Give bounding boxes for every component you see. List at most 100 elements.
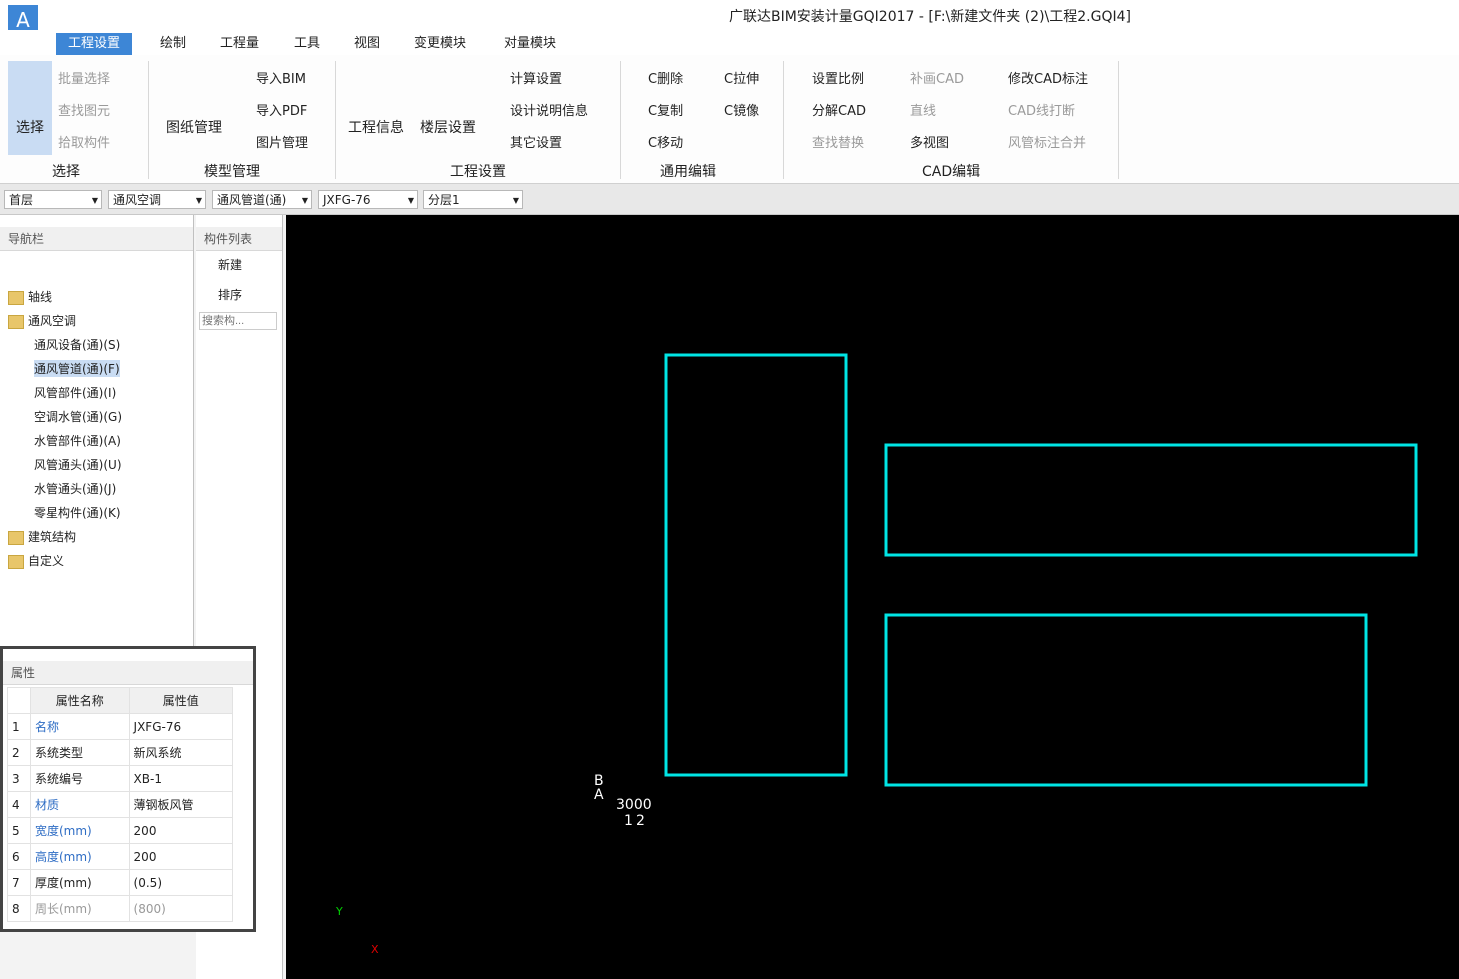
nav-item-pipe-fitting[interactable]: 水管通头(通)(J) (34, 480, 116, 497)
drawing-management-button[interactable]: 图纸管理 (166, 117, 222, 137)
c-mirror-button[interactable]: C镜像 (724, 100, 759, 119)
merge-duct-labels-button[interactable]: 风管标注合并 (1008, 132, 1086, 151)
property-value[interactable]: 200 (128, 817, 234, 844)
floor-settings-button[interactable]: 楼层设置 (420, 117, 476, 137)
nav-item-label: 水管部件(通)(A) (34, 434, 121, 448)
property-value[interactable]: 薄钢板风管 (128, 791, 234, 818)
component-select[interactable]: JXFG-76 ▼ (318, 190, 418, 209)
calc-settings-button[interactable]: 计算设置 (510, 68, 562, 87)
batch-select-button[interactable]: 批量选择 (58, 68, 110, 87)
find-element-button[interactable]: 查找图元 (58, 100, 110, 119)
property-value[interactable]: XB-1 (128, 765, 234, 792)
property-row[interactable]: 1 名称 JXFG-76 (7, 713, 234, 740)
nav-item-water-pipe[interactable]: 空调水管(通)(G) (34, 408, 122, 425)
project-info-button[interactable]: 工程信息 (348, 117, 404, 137)
chevron-down-icon: ▼ (91, 196, 98, 205)
property-name-header: 属性名称 (30, 687, 130, 714)
pick-component-button[interactable]: 拾取构件 (58, 132, 110, 151)
properties-header-row: 属性名称 属性值 (7, 687, 234, 714)
dimension-label: 3000 (616, 797, 652, 813)
cad-line-break-button[interactable]: CAD线打断 (1008, 100, 1075, 119)
set-scale-button[interactable]: 设置比例 (812, 68, 864, 87)
floor-select-value: 首层 (9, 193, 34, 207)
nav-item-pipe-part[interactable]: 水管部件(通)(A) (34, 432, 121, 449)
component-search-input[interactable] (199, 312, 277, 330)
nav-item-duct-fitting[interactable]: 风管通头(通)(U) (34, 456, 122, 473)
tab-quantity[interactable]: 工程量 (208, 33, 271, 55)
nav-item-ventilation-duct[interactable]: 通风管道(通)(F) (34, 360, 120, 377)
ribbon-separator (783, 61, 784, 179)
folder-icon (8, 530, 24, 545)
property-row[interactable]: 4 材质 薄钢板风管 (7, 791, 234, 818)
explode-cad-button[interactable]: 分解CAD (812, 100, 866, 119)
image-management-button[interactable]: 图片管理 (256, 132, 308, 151)
property-row[interactable]: 2 系统类型 新风系统 (7, 739, 234, 766)
nav-item-label: 水管通头(通)(J) (34, 482, 117, 496)
nav-item-duct-part[interactable]: 风管部件(通)(I) (34, 384, 116, 401)
new-component-button[interactable]: 新建 (218, 256, 242, 273)
row-number: 6 (7, 843, 31, 870)
tab-view[interactable]: 视图 (342, 33, 392, 55)
other-settings-button[interactable]: 其它设置 (510, 132, 562, 151)
property-value[interactable]: JXFG-76 (128, 713, 234, 740)
component-type-select[interactable]: 通风管道(通) ▼ (212, 190, 312, 209)
c-stretch-button[interactable]: C拉伸 (724, 68, 759, 87)
layer-select[interactable]: 分层1 ▼ (423, 190, 523, 209)
nav-item-hvac[interactable]: 通风空调 (8, 312, 76, 329)
property-name: 厚度(mm) (30, 869, 130, 896)
c-move-button[interactable]: C移动 (648, 132, 683, 151)
property-name: 系统类型 (30, 739, 130, 766)
property-value-header: 属性值 (128, 687, 234, 714)
nav-item-custom[interactable]: 自定义 (8, 552, 64, 569)
property-value[interactable]: (0.5) (128, 869, 234, 896)
c-delete-button[interactable]: C删除 (648, 68, 683, 87)
import-bim-button[interactable]: 导入BIM (256, 68, 306, 87)
property-row[interactable]: 8 周长(mm) (800) (7, 895, 234, 922)
property-row[interactable]: 3 系统编号 XB-1 (7, 765, 234, 792)
axis-bubble-label: 2 (636, 813, 645, 829)
property-value[interactable]: 新风系统 (128, 739, 234, 766)
c-copy-button[interactable]: C复制 (648, 100, 683, 119)
window-title: 广联达BIM安装计量GQI2017 - [F:\新建文件夹 (2)\工程2.GQ… (729, 9, 1131, 25)
row-number: 4 (7, 791, 31, 818)
design-info-button[interactable]: 设计说明信息 (510, 100, 588, 119)
group-label-model: 模型管理 (204, 164, 260, 180)
line-button[interactable]: 直线 (910, 100, 936, 119)
find-replace-button[interactable]: 查找替换 (812, 132, 864, 151)
property-name: 名称 (30, 713, 130, 740)
nav-item-label: 风管通头(通)(U) (34, 458, 122, 472)
nav-item-axis[interactable]: 轴线 (8, 288, 52, 305)
row-number: 1 (7, 713, 31, 740)
tab-tools[interactable]: 工具 (282, 33, 332, 55)
modify-cad-label-button[interactable]: 修改CAD标注 (1008, 68, 1088, 87)
tab-draw[interactable]: 绘制 (148, 33, 198, 55)
redraw-cad-button[interactable]: 补画CAD (910, 68, 964, 87)
sort-button[interactable]: 排序 (218, 286, 242, 303)
nav-item-structure[interactable]: 建筑结构 (8, 528, 76, 545)
title-bar: A 广联达BIM安装计量GQI2017 - [F:\新建文件夹 (2)\工程2.… (0, 0, 1459, 35)
nav-item-misc-part[interactable]: 零星构件(通)(K) (34, 504, 121, 521)
multi-view-button[interactable]: 多视图 (910, 132, 949, 151)
group-label-select: 选择 (52, 164, 80, 180)
duct-block (664, 353, 848, 777)
tab-change-module[interactable]: 变更模块 (402, 33, 478, 55)
property-value[interactable]: 200 (128, 843, 234, 870)
import-pdf-button[interactable]: 导入PDF (256, 100, 307, 119)
discipline-select[interactable]: 通风空调 ▼ (108, 190, 206, 209)
tab-project-settings[interactable]: 工程设置 (56, 33, 133, 55)
property-row[interactable]: 5 宽度(mm) 200 (7, 817, 234, 844)
group-label-edit: 通用编辑 (660, 164, 716, 180)
axis-bubble-label: 1 (624, 813, 633, 829)
floor-select[interactable]: 首层 ▼ (4, 190, 102, 209)
property-row[interactable]: 6 高度(mm) 200 (7, 843, 234, 870)
property-row[interactable]: 7 厚度(mm) (0.5) (7, 869, 234, 896)
nav-item-ventilation-equipment[interactable]: 通风设备(通)(S) (34, 336, 120, 353)
select-button[interactable]: 选择 (8, 61, 52, 155)
navigation-panel-title: 导航栏 (0, 227, 193, 251)
tab-compare-module[interactable]: 对量模块 (492, 33, 568, 55)
property-value[interactable]: (800) (128, 895, 234, 922)
cad-drawing-canvas[interactable]: B A 3000 1 2 Y X (286, 215, 1459, 979)
component-select-value: JXFG-76 (323, 193, 371, 207)
nav-item-label: 建筑结构 (28, 530, 77, 544)
nav-item-label: 通风设备(通)(S) (34, 338, 121, 352)
